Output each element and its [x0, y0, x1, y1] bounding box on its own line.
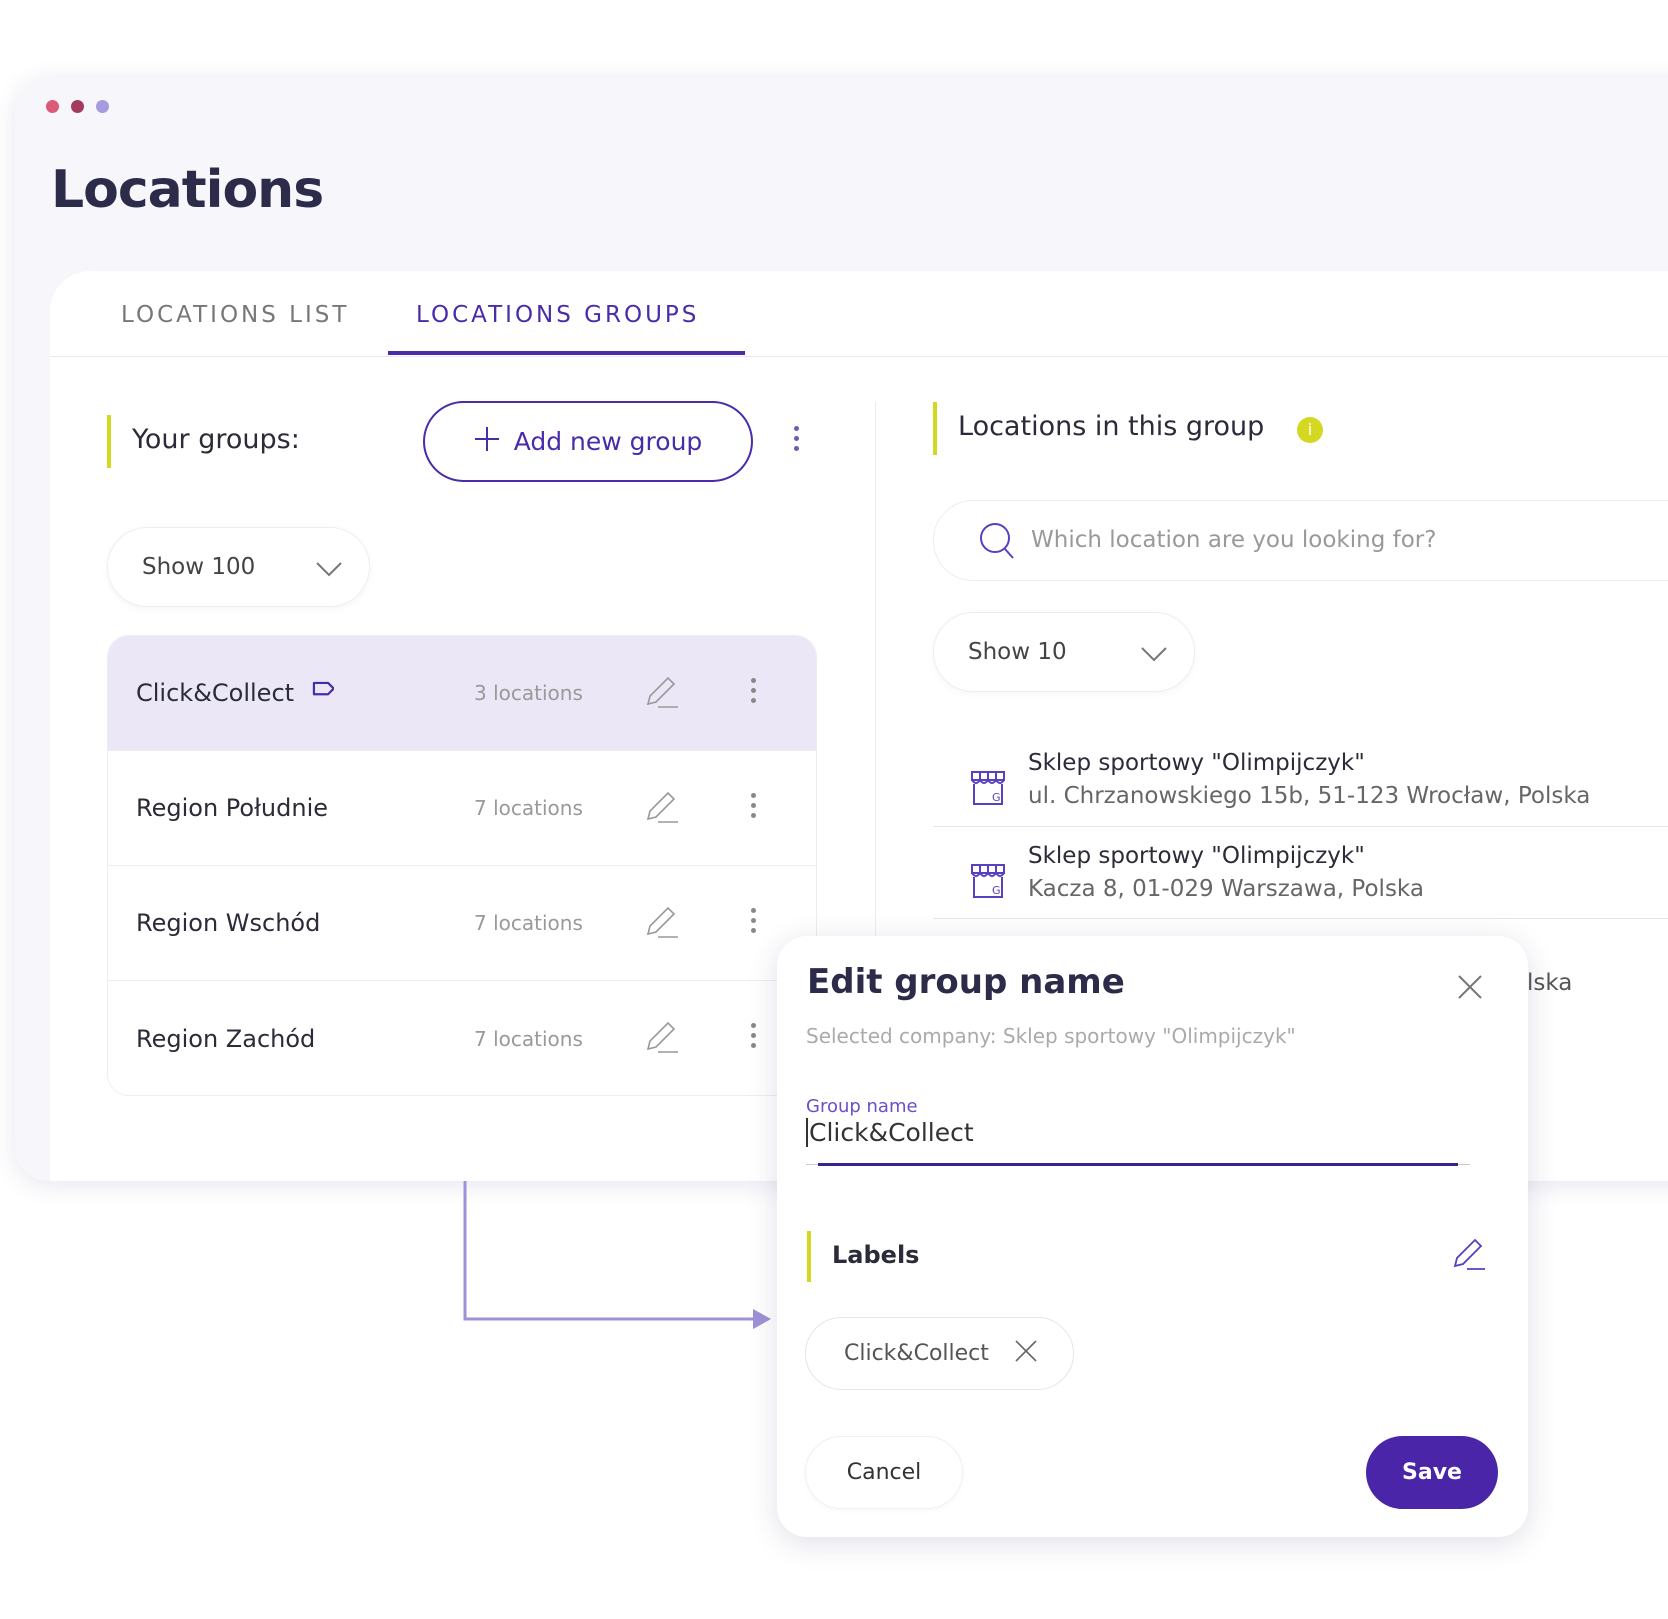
groups-page-size-select[interactable]: Show 100 — [107, 527, 370, 607]
label-tag-icon — [308, 677, 335, 709]
search-placeholder: Which location are you looking for? — [1031, 527, 1437, 553]
input-focus-underline — [818, 1163, 1458, 1166]
label-chip: Click&Collect — [805, 1317, 1074, 1390]
group-row[interactable]: Region Wschód 7 locations — [108, 866, 816, 981]
group-name: Region Wschód — [136, 909, 321, 937]
add-new-group-button[interactable]: Add new group — [423, 401, 753, 482]
location-address: ul. Chrzanowskiego 15b, 51-123 Wrocław, … — [1028, 783, 1591, 809]
group-row[interactable]: Region Zachód 7 locations — [108, 981, 816, 1095]
group-more-menu-icon[interactable] — [748, 1023, 758, 1048]
plus-icon — [474, 426, 500, 458]
location-address: Kacza 8, 01-029 Warszawa, Polska — [1028, 876, 1424, 902]
group-name-input[interactable] — [806, 1118, 1466, 1147]
locations-in-group-heading: Locations in this group — [958, 411, 1265, 442]
group-location-count: 7 locations — [474, 911, 583, 935]
window-dot-maximize[interactable] — [96, 100, 109, 113]
group-row[interactable]: Click&Collect 3 locations — [108, 636, 816, 751]
locations-page-size-select[interactable]: Show 10 — [933, 612, 1195, 692]
edit-pencil-icon[interactable] — [644, 789, 680, 829]
tabs-divider — [50, 356, 1668, 357]
edit-labels-pencil-icon[interactable] — [1451, 1236, 1487, 1276]
remove-label-icon[interactable] — [1015, 1339, 1037, 1368]
partial-location-address: lska — [1527, 970, 1573, 996]
group-more-menu-icon[interactable] — [748, 678, 758, 703]
cancel-button[interactable]: Cancel — [805, 1436, 963, 1509]
save-button[interactable]: Save — [1366, 1436, 1498, 1509]
store-icon: G — [968, 861, 1008, 905]
group-more-menu-icon[interactable] — [748, 793, 758, 818]
chevron-down-icon — [315, 558, 343, 584]
store-icon: G — [968, 768, 1008, 812]
groups-more-menu-icon[interactable] — [791, 426, 801, 451]
group-name: Region Zachód — [136, 1024, 316, 1053]
section-accent-bar — [807, 1231, 811, 1282]
modal-subtitle: Selected company: Sklep sportowy "Olimpi… — [806, 1024, 1296, 1048]
location-list-item[interactable]: G Sklep sportowy "Olimpijczyk" ul. Chrza… — [933, 750, 1668, 827]
active-tab-indicator — [388, 351, 745, 355]
group-name: Click&Collect — [136, 679, 295, 707]
connector-arrow — [463, 1181, 771, 1329]
location-list-item[interactable]: G Sklep sportowy "Olimpijczyk" Kacza 8, … — [933, 843, 1668, 919]
group-name: Region Południe — [136, 794, 328, 822]
label-chip-text: Click&Collect — [844, 1341, 989, 1366]
location-name: Sklep sportowy "Olimpijczyk" — [1028, 843, 1365, 869]
edit-pencil-icon[interactable] — [644, 674, 680, 714]
location-search-input[interactable]: Which location are you looking for? — [933, 500, 1668, 581]
tab-locations-list[interactable]: LOCATIONS LIST — [121, 302, 349, 328]
group-location-count: 7 locations — [474, 1026, 583, 1051]
groups-page-size-value: Show 100 — [142, 554, 256, 580]
edit-pencil-icon[interactable] — [644, 904, 680, 944]
locations-page-size-value: Show 10 — [968, 639, 1067, 665]
edit-pencil-icon[interactable] — [644, 1019, 680, 1059]
svg-text:G: G — [992, 884, 1001, 897]
labels-heading: Labels — [832, 1241, 920, 1269]
group-row[interactable]: Region Południe 7 locations — [108, 751, 816, 866]
chevron-down-icon — [1140, 643, 1168, 669]
window-dot-minimize[interactable] — [71, 100, 84, 113]
groups-list: Click&Collect 3 locations Region Południ… — [107, 635, 817, 1096]
add-new-group-label: Add new group — [513, 427, 703, 456]
info-icon[interactable]: i — [1297, 417, 1323, 443]
search-icon — [978, 521, 1018, 565]
close-icon[interactable] — [1457, 974, 1483, 1004]
location-name: Sklep sportowy "Olimpijczyk" — [1028, 750, 1365, 776]
tab-locations-groups[interactable]: LOCATIONS GROUPS — [416, 302, 699, 328]
group-location-count: 7 locations — [474, 796, 583, 820]
group-location-count: 3 locations — [474, 681, 583, 705]
page-title: Locations — [51, 160, 324, 220]
your-groups-heading: Your groups: — [132, 424, 300, 455]
edit-group-modal: Edit group name Selected company: Sklep … — [777, 936, 1528, 1537]
svg-text:G: G — [992, 791, 1001, 804]
window-dot-close[interactable] — [46, 100, 59, 113]
group-more-menu-icon[interactable] — [748, 908, 758, 933]
modal-title: Edit group name — [807, 962, 1125, 1002]
section-accent-bar — [107, 415, 111, 468]
group-name-label: Group name — [806, 1096, 918, 1117]
section-accent-bar — [933, 402, 937, 455]
